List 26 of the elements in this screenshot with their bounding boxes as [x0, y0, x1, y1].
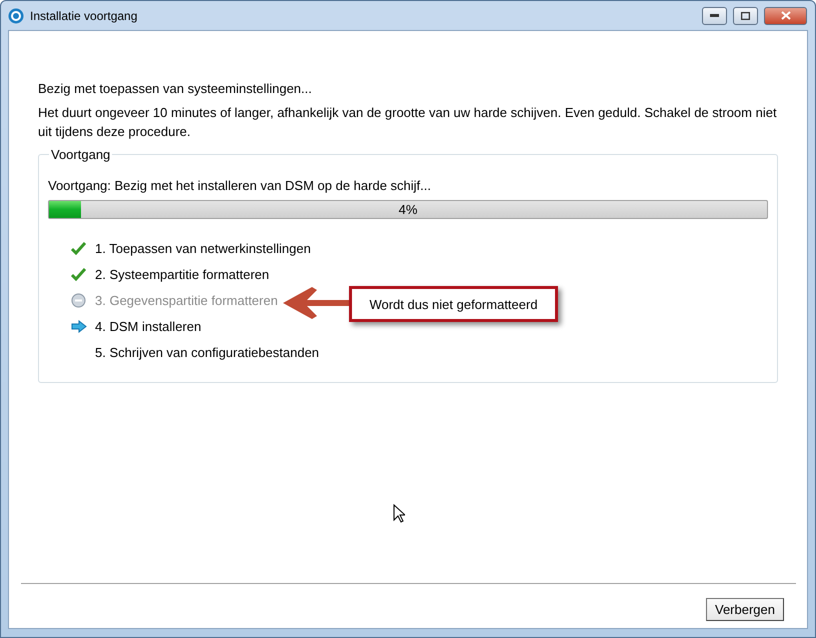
- checkmark-icon: [71, 242, 86, 255]
- step-label: 2. Systeempartitie formatteren: [95, 267, 270, 282]
- maximize-button[interactable]: [733, 6, 758, 24]
- maximize-icon: [741, 12, 750, 20]
- mouse-cursor-icon: [393, 504, 405, 523]
- progress-label: Voortgang: Bezig met het installeren van DSM op de harde schijf...: [48, 177, 432, 195]
- annotation-callout: Wordt dus niet geformatteerd: [349, 286, 558, 322]
- arrow-annotation: [281, 287, 351, 319]
- checkmark-icon: [71, 268, 86, 281]
- step-label: 5. Schrijven van configuratiebestanden: [95, 345, 320, 360]
- step-label: 4. DSM installeren: [95, 319, 202, 334]
- minimize-icon: [710, 14, 719, 17]
- app-logo-icon: [8, 8, 24, 24]
- minimize-button[interactable]: [702, 6, 727, 24]
- progress-percent: 4%: [398, 202, 418, 217]
- arrow-right-icon: [70, 320, 86, 333]
- group-title: Voortgang: [50, 147, 112, 162]
- window-title: Installatie voortgang: [30, 8, 138, 22]
- step-label: 3. Gegevenspartitie formatteren: [95, 293, 278, 308]
- hide-button[interactable]: Verbergen: [706, 598, 784, 621]
- info-message: Het duurt ongeveer 10 minutes of langer, afhankelijk van de grootte van uw harde schijven. Even geduld. Schakel de stroom niet uit tijdens deze procedure.: [38, 104, 778, 141]
- step-label: 1. Toepassen van netwerkinstellingen: [95, 241, 311, 256]
- close-button[interactable]: [764, 6, 807, 24]
- status-text: Bezig met toepassen van systeeminstellingen...: [38, 80, 313, 98]
- minus-circle-icon: [71, 293, 86, 308]
- close-icon: [780, 11, 790, 20]
